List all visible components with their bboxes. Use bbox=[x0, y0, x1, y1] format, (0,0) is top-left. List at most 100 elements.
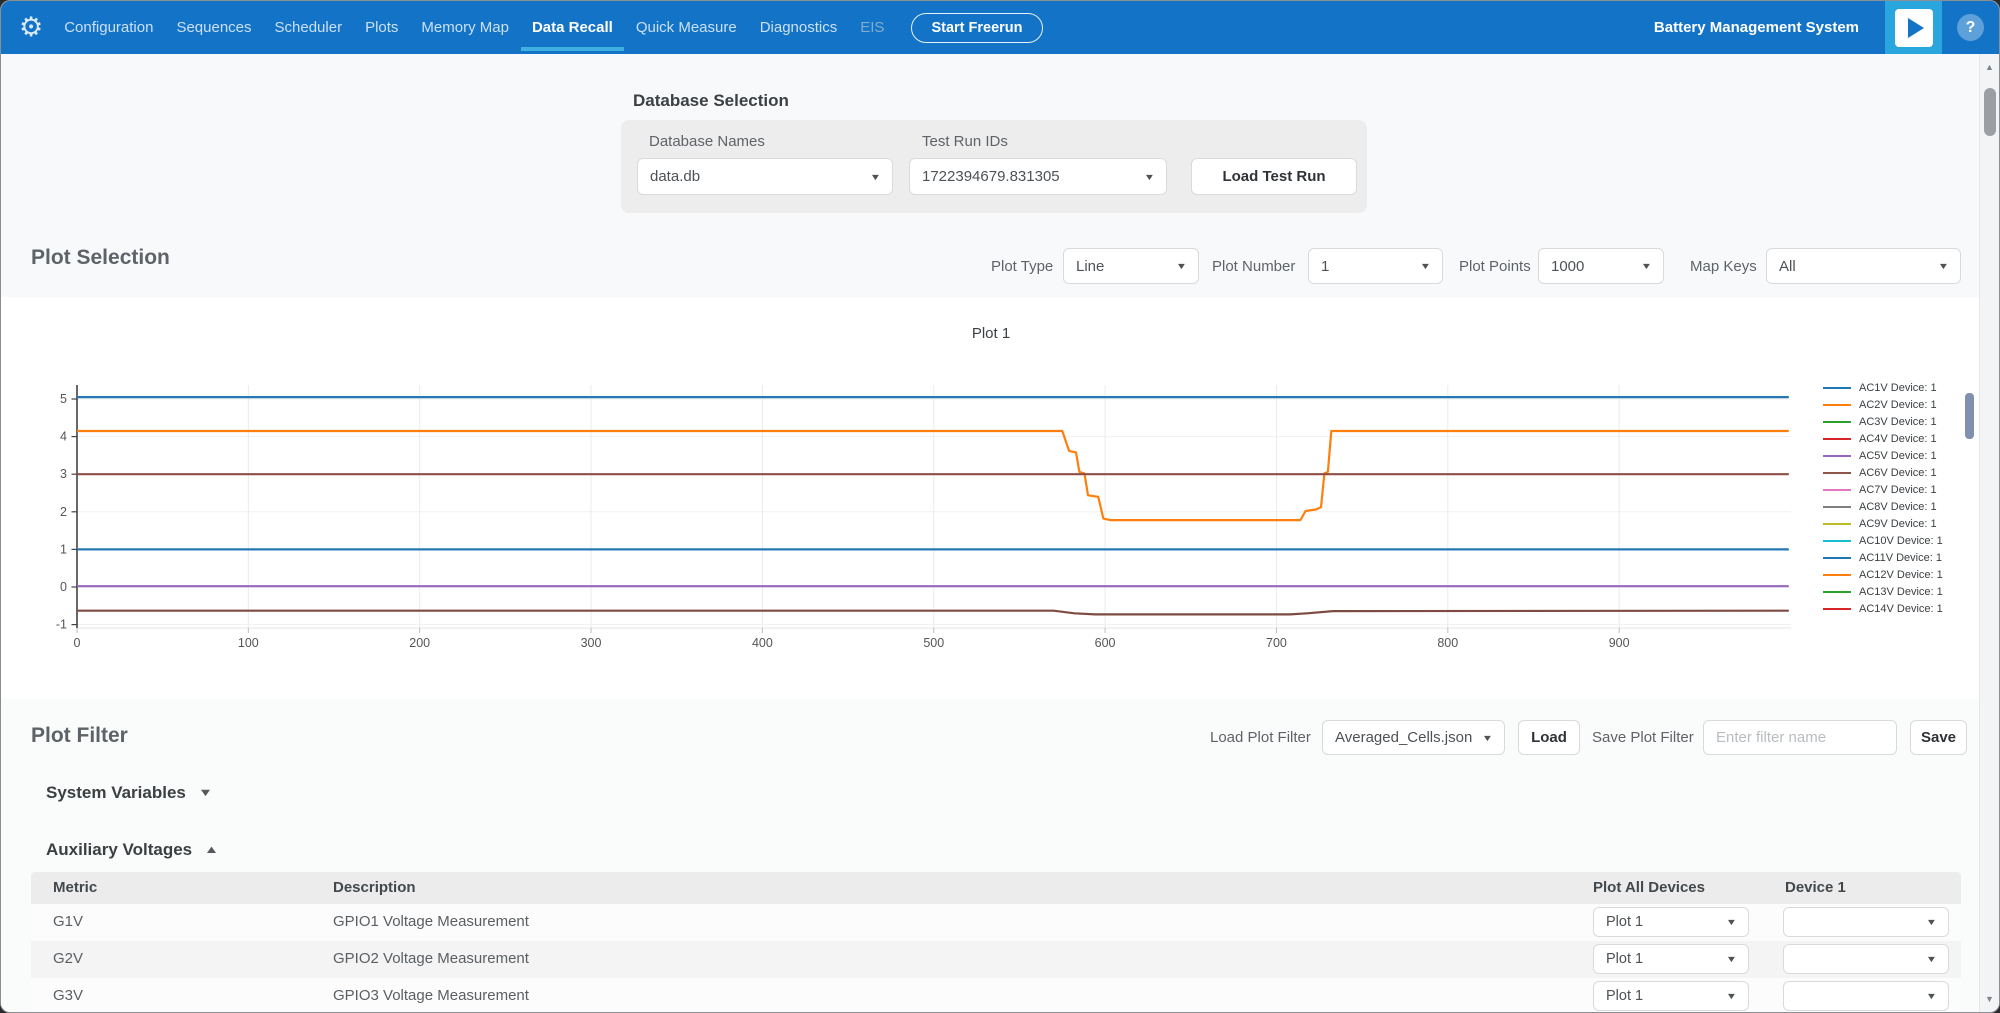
scroll-down-icon[interactable]: ▼ bbox=[1980, 994, 1999, 1004]
plot-all-devices-select[interactable]: Plot 1▼ bbox=[1593, 907, 1749, 937]
save-filter-name-input[interactable] bbox=[1703, 720, 1897, 755]
legend-label: AC1V Device: 1 bbox=[1859, 382, 1937, 394]
page-scrollbar-thumb[interactable] bbox=[1984, 88, 1996, 136]
nav-item-eis[interactable]: EIS bbox=[860, 19, 884, 36]
nav-item-memory-map[interactable]: Memory Map bbox=[421, 19, 509, 36]
chevron-down-icon: ▼ bbox=[1726, 954, 1738, 964]
plot-scrollbar-thumb[interactable] bbox=[1965, 393, 1974, 439]
svg-text:2: 2 bbox=[60, 505, 67, 519]
legend-label: AC2V Device: 1 bbox=[1859, 399, 1937, 411]
auxiliary-voltages-table: Metric Description Plot All Devices Devi… bbox=[31, 872, 1961, 1013]
legend-item: AC3V Device: 1 bbox=[1823, 413, 1943, 430]
plot-all-devices-select[interactable]: Plot 1▼ bbox=[1593, 944, 1749, 974]
nav-item-diagnostics[interactable]: Diagnostics bbox=[760, 19, 838, 36]
chevron-down-icon: ▼ bbox=[1144, 172, 1156, 182]
plot-number-label: Plot Number bbox=[1212, 258, 1295, 275]
nav-item-sequences[interactable]: Sequences bbox=[176, 19, 251, 36]
run-button[interactable] bbox=[1885, 1, 1942, 54]
table-header-row: Metric Description Plot All Devices Devi… bbox=[31, 872, 1961, 904]
app-title: Battery Management System bbox=[1654, 19, 1859, 36]
legend-label: AC7V Device: 1 bbox=[1859, 484, 1937, 496]
legend-item: AC7V Device: 1 bbox=[1823, 481, 1943, 498]
svg-text:700: 700 bbox=[1266, 636, 1287, 650]
chevron-down-icon: ▼ bbox=[1926, 917, 1938, 927]
svg-text:5: 5 bbox=[60, 392, 67, 406]
legend-label: AC14V Device: 1 bbox=[1859, 603, 1943, 615]
legend-swatch bbox=[1823, 574, 1851, 576]
nav-item-scheduler[interactable]: Scheduler bbox=[275, 19, 343, 36]
legend-item: AC4V Device: 1 bbox=[1823, 430, 1943, 447]
nav-item-quick-measure[interactable]: Quick Measure bbox=[636, 19, 737, 36]
auxiliary-voltages-expander[interactable]: Auxiliary Voltages ▲ bbox=[46, 840, 217, 860]
legend-label: AC4V Device: 1 bbox=[1859, 433, 1937, 445]
legend-swatch bbox=[1823, 421, 1851, 423]
load-filter-button[interactable]: Load bbox=[1518, 720, 1580, 755]
svg-text:3: 3 bbox=[60, 467, 67, 481]
svg-text:900: 900 bbox=[1609, 636, 1630, 650]
plot-points-select[interactable]: 1000▼ bbox=[1538, 248, 1664, 284]
svg-text:100: 100 bbox=[238, 636, 259, 650]
plot-legend: AC1V Device: 1 AC2V Device: 1 AC3V Device:… bbox=[1823, 379, 1943, 617]
legend-swatch bbox=[1823, 489, 1851, 491]
legend-item: AC12V Device: 1 bbox=[1823, 566, 1943, 583]
table-body: G1VGPIO1 Voltage MeasurementPlot 1▼▼G2VG… bbox=[31, 904, 1961, 1013]
legend-label: AC5V Device: 1 bbox=[1859, 450, 1937, 462]
legend-swatch bbox=[1823, 523, 1851, 525]
legend-item: AC13V Device: 1 bbox=[1823, 583, 1943, 600]
svg-text:0: 0 bbox=[74, 636, 81, 650]
description-header: Description bbox=[333, 879, 416, 896]
svg-text:0: 0 bbox=[60, 580, 67, 594]
chevron-down-icon: ▼ bbox=[1926, 954, 1938, 964]
legend-label: AC12V Device: 1 bbox=[1859, 569, 1943, 581]
legend-item: AC6V Device: 1 bbox=[1823, 464, 1943, 481]
plot-all-devices-select[interactable]: Plot 1▼ bbox=[1593, 981, 1749, 1011]
gear-icon[interactable]: ⚙ bbox=[19, 14, 43, 41]
chevron-down-icon: ▼ bbox=[1176, 261, 1188, 271]
metric-header: Metric bbox=[53, 879, 97, 896]
load-plot-filter-select[interactable]: Averaged_Cells.json▼ bbox=[1322, 720, 1505, 755]
nav-links: Configuration Sequences Scheduler Plots Memo… bbox=[64, 19, 884, 36]
start-freerun-button[interactable]: Start Freerun bbox=[911, 13, 1042, 43]
legend-swatch bbox=[1823, 387, 1851, 389]
plot-filter-section: Plot Filter Load Plot Filter Averaged_Ce… bbox=[1, 699, 1981, 1013]
legend-label: AC10V Device: 1 bbox=[1859, 535, 1943, 547]
svg-text:200: 200 bbox=[409, 636, 430, 650]
legend-item: AC10V Device: 1 bbox=[1823, 532, 1943, 549]
description-cell: GPIO3 Voltage Measurement bbox=[333, 987, 529, 1004]
chevron-down-icon: ▼ bbox=[1726, 991, 1738, 1001]
svg-text:1: 1 bbox=[60, 542, 67, 556]
scroll-up-icon[interactable]: ▲ bbox=[1980, 62, 1999, 72]
app-window: ⚙ Configuration Sequences Scheduler Plots Me… bbox=[0, 0, 2000, 1013]
load-test-run-button[interactable]: Load Test Run bbox=[1191, 158, 1357, 195]
chevron-down-icon: ▼ bbox=[1726, 917, 1738, 927]
database-names-select[interactable]: data.db ▼ bbox=[637, 158, 893, 195]
nav-item-configuration[interactable]: Configuration bbox=[64, 19, 153, 36]
chevron-down-icon: ▼ bbox=[870, 172, 882, 182]
map-keys-select[interactable]: All▼ bbox=[1766, 248, 1961, 284]
system-variables-expander[interactable]: System Variables ▼ bbox=[46, 783, 211, 803]
legend-swatch bbox=[1823, 608, 1851, 610]
table-row: G2VGPIO2 Voltage MeasurementPlot 1▼▼ bbox=[31, 941, 1961, 978]
legend-item: AC1V Device: 1 bbox=[1823, 379, 1943, 396]
legend-item: AC11V Device: 1 bbox=[1823, 549, 1943, 566]
database-selection-panel: Database Names data.db ▼ Test Run IDs 17… bbox=[621, 120, 1367, 213]
nav-item-plots[interactable]: Plots bbox=[365, 19, 398, 36]
page-scrollbar[interactable]: ▲ ▼ bbox=[1979, 54, 1999, 1012]
table-row: G3VGPIO3 Voltage MeasurementPlot 1▼▼ bbox=[31, 978, 1961, 1013]
device-1-select[interactable]: ▼ bbox=[1783, 944, 1949, 974]
device-1-select[interactable]: ▼ bbox=[1783, 981, 1949, 1011]
plot-type-select[interactable]: Line▼ bbox=[1063, 248, 1199, 284]
chevron-down-icon: ▼ bbox=[1938, 261, 1950, 271]
nav-item-data-recall[interactable]: Data Recall bbox=[532, 19, 613, 36]
svg-text:-1: -1 bbox=[56, 618, 67, 632]
plot-selection-title: Plot Selection bbox=[31, 246, 170, 270]
svg-text:4: 4 bbox=[60, 430, 67, 444]
device-1-select[interactable]: ▼ bbox=[1783, 907, 1949, 937]
plot-number-select[interactable]: 1▼ bbox=[1308, 248, 1443, 284]
legend-swatch bbox=[1823, 540, 1851, 542]
test-run-ids-select[interactable]: 1722394679.831305 ▼ bbox=[909, 158, 1167, 195]
save-filter-button[interactable]: Save bbox=[1910, 720, 1967, 755]
legend-label: AC6V Device: 1 bbox=[1859, 467, 1937, 479]
plot-panel: Plot 1 -10123450100200300400500600700800… bbox=[1, 297, 1981, 699]
help-icon[interactable]: ? bbox=[1957, 14, 1984, 41]
